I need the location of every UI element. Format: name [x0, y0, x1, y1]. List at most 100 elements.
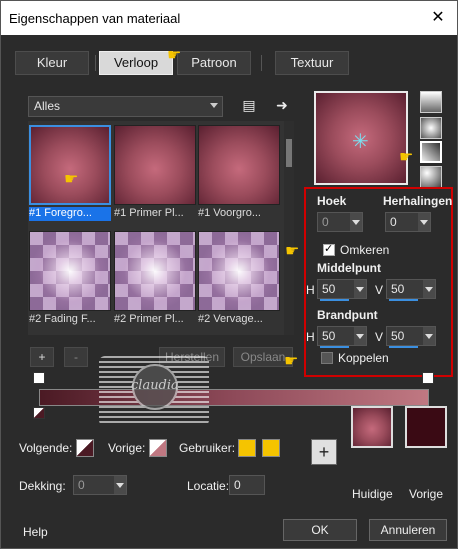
middelpunt-v-label: V — [375, 283, 384, 297]
vorige-label: Vorige: — [108, 441, 146, 455]
tab-separator — [261, 55, 262, 71]
gradient-category-dropdown[interactable]: Alles — [28, 96, 223, 117]
slider-bar[interactable] — [389, 346, 418, 348]
koppelen-label: Koppelen — [338, 351, 389, 365]
chevron-down-icon[interactable] — [354, 280, 366, 298]
pointing-hand-icon: ☛ — [285, 243, 300, 260]
brandpunt-h-value: 50 — [322, 329, 336, 343]
sunburst-style-icon[interactable] — [420, 141, 442, 163]
close-icon[interactable]: ✕ — [427, 7, 449, 29]
tab-verloop[interactable]: Verloop — [99, 51, 173, 75]
gallery-scrollbar[interactable] — [284, 121, 294, 335]
hoek-spinner[interactable]: 0 — [317, 212, 363, 232]
brandpunt-h-label: H — [306, 330, 315, 344]
slider-bar[interactable] — [320, 346, 349, 348]
herhalingen-spinner[interactable]: 0 — [385, 212, 431, 232]
slider-bar[interactable] — [320, 299, 349, 301]
add-to-swatches-button[interactable]: + — [311, 439, 337, 465]
linear-style-icon[interactable] — [420, 91, 442, 113]
pointing-hand-icon: ☛ — [284, 353, 299, 370]
brandpunt-v-spinner[interactable]: 50 — [386, 326, 436, 348]
slider-bar[interactable] — [389, 299, 418, 301]
scrollbar-thumb[interactable] — [286, 139, 292, 167]
focal-point-icon[interactable]: ✳ — [352, 129, 369, 154]
gradient-preview[interactable]: ✳ — [314, 91, 408, 185]
middelpunt-h-label: H — [306, 283, 315, 297]
gradient-editor-bar[interactable] — [39, 389, 429, 406]
title-bar: Eigenschappen van materiaal ✕ — [1, 1, 457, 35]
brandpunt-h-spinner[interactable]: 50 — [317, 326, 367, 348]
gallery-item[interactable]: #2 Primer Pl... — [114, 231, 196, 327]
dekking-spinner[interactable]: 0 — [73, 475, 127, 495]
gallery-item-label: #2 Vervage... — [198, 313, 263, 325]
brandpunt-v-value: 50 — [391, 329, 405, 343]
ok-button[interactable]: OK — [283, 519, 357, 541]
koppelen-checkbox[interactable] — [321, 352, 333, 364]
gallery-item-label: #1 Foregro... — [29, 207, 111, 221]
chevron-down-icon[interactable] — [114, 476, 126, 494]
gradient-gallery: #1 Foregro... #1 Primer Pl... #1 Voorgro… — [28, 121, 284, 335]
huidige-label: Huidige — [352, 487, 393, 501]
chevron-down-icon[interactable] — [423, 327, 435, 345]
gradient-thumbnail — [198, 125, 280, 205]
brandpunt-label: Brandpunt — [317, 308, 378, 322]
gradient-thumbnail — [29, 125, 111, 205]
opacity-stop-marker[interactable] — [422, 372, 434, 384]
pointing-hand-icon: ☛ — [64, 171, 79, 188]
gallery-item-label: #2 Primer Pl... — [114, 313, 184, 325]
gallery-item[interactable]: #1 Voorgro... — [198, 125, 280, 221]
vorige-swatch-label: Vorige — [409, 487, 444, 501]
tab-kleur[interactable]: Kleur — [15, 51, 89, 75]
middelpunt-v-spinner[interactable]: 50 — [386, 279, 436, 301]
color-stop-marker[interactable] — [33, 407, 45, 419]
cancel-button[interactable]: Annuleren — [369, 519, 447, 541]
radial-style-icon[interactable] — [420, 166, 442, 188]
gradient-thumbnail — [114, 125, 196, 205]
middelpunt-h-spinner[interactable]: 50 — [317, 279, 367, 301]
locatie-field[interactable]: 0 — [229, 475, 265, 495]
tab-patroon[interactable]: Patroon — [177, 51, 251, 75]
vorige-swatch[interactable] — [149, 439, 167, 457]
gallery-item[interactable]: #2 Vervage... — [198, 231, 280, 327]
chevron-down-icon[interactable] — [423, 280, 435, 298]
arrow-right-icon[interactable]: ➜ — [273, 96, 291, 114]
hoek-label: Hoek — [317, 194, 347, 208]
add-gradient-button[interactable]: + — [30, 347, 54, 367]
middelpunt-label: Middelpunt — [317, 261, 381, 275]
herhalingen-label: Herhalingen — [383, 194, 453, 208]
help-link[interactable]: Help — [23, 525, 48, 539]
chevron-down-icon[interactable] — [350, 213, 362, 231]
gallery-item[interactable]: #1 Primer Pl... — [114, 125, 196, 221]
hoek-value: 0 — [322, 215, 329, 229]
tab-separator — [95, 55, 96, 71]
pointing-hand-icon: ☛ — [399, 149, 414, 166]
chevron-down-icon[interactable] — [418, 213, 430, 231]
brandpunt-v-label: V — [375, 330, 384, 344]
previous-material-swatch[interactable] — [405, 406, 447, 448]
watermark-logo: claudia — [99, 356, 209, 426]
gebruiker-label: Gebruiker: — [179, 441, 236, 455]
gallery-item[interactable]: #2 Fading F... — [29, 231, 111, 327]
omkeren-checkbox[interactable] — [323, 242, 335, 256]
locatie-value: 0 — [234, 478, 241, 492]
gradient-thumbnail — [29, 231, 111, 311]
gallery-item-label: #1 Primer Pl... — [114, 207, 184, 219]
tab-textuur[interactable]: Textuur — [275, 51, 349, 75]
locatie-label: Locatie: — [187, 479, 230, 493]
material-properties-dialog: Eigenschappen van materiaal ✕ Kleur Verl… — [0, 0, 458, 549]
user-color-swatch-1[interactable] — [238, 439, 256, 457]
current-material-swatch[interactable] — [351, 406, 393, 448]
chevron-down-icon[interactable] — [354, 327, 366, 345]
opacity-stop-marker[interactable] — [33, 372, 45, 384]
middelpunt-v-value: 50 — [391, 282, 405, 296]
middelpunt-h-value: 50 — [322, 282, 336, 296]
gallery-item-label: #2 Fading F... — [29, 313, 96, 325]
user-color-swatch-2[interactable] — [262, 439, 280, 457]
omkeren-label: Omkeren — [340, 243, 390, 257]
remove-gradient-button[interactable]: - — [64, 347, 88, 367]
rectangular-style-icon[interactable] — [420, 117, 442, 139]
browse-presets-icon[interactable]: ▤ — [240, 96, 258, 114]
volgende-swatch[interactable] — [76, 439, 94, 457]
window-title: Eigenschappen van materiaal — [9, 11, 181, 26]
gradient-thumbnail — [114, 231, 196, 311]
